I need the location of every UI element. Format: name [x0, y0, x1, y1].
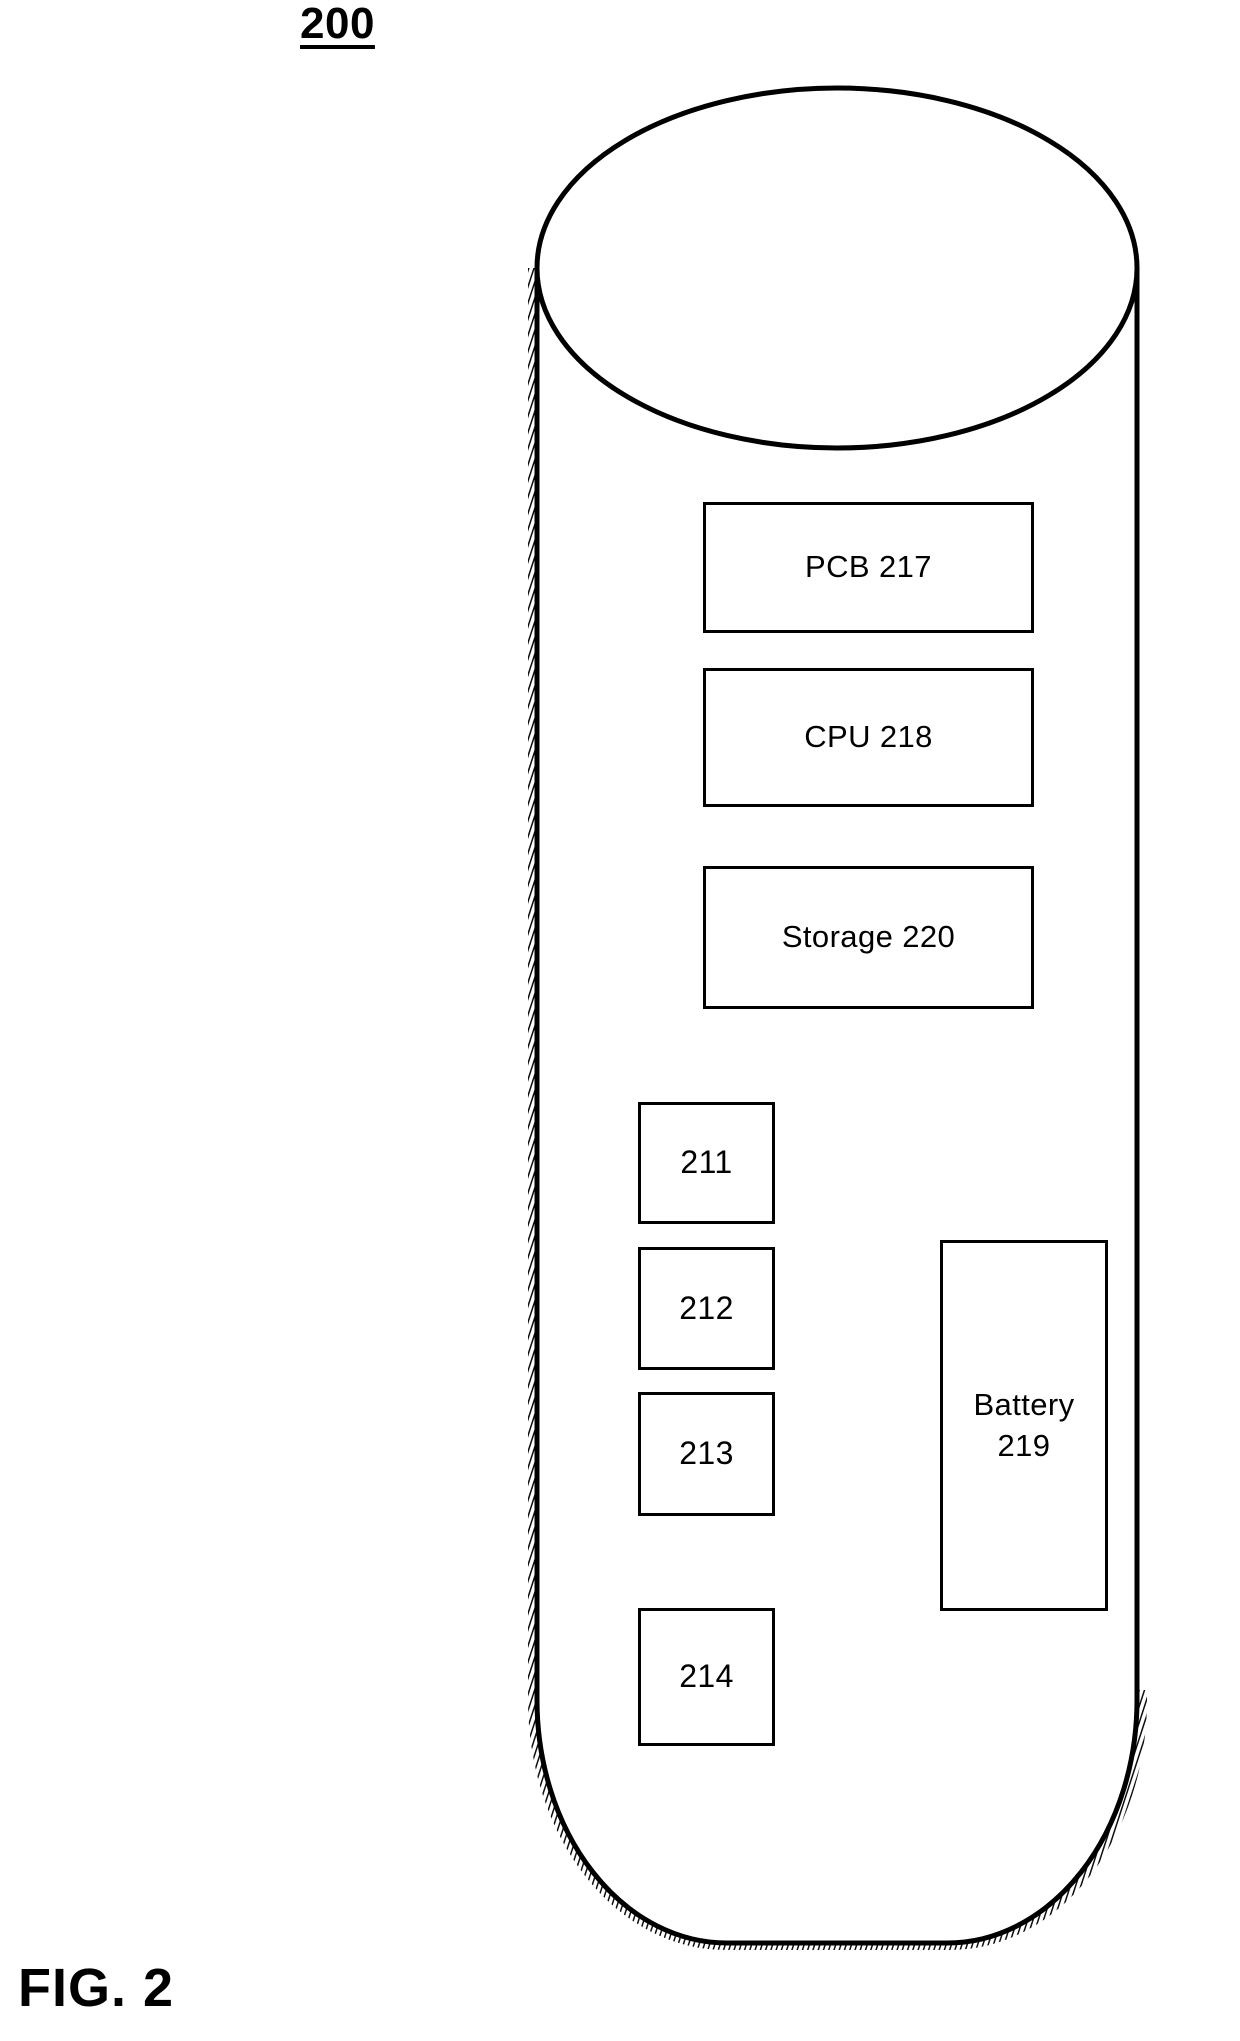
- housing-top-ellipse: [534, 85, 1140, 451]
- component-box-storage: Storage 220: [703, 866, 1034, 1009]
- component-box-pcb: PCB 217: [703, 502, 1034, 633]
- component-label-storage: Storage 220: [781, 919, 956, 955]
- component-label-212: 212: [679, 1289, 734, 1326]
- component-box-212: 212: [638, 1247, 775, 1370]
- component-box-213: 213: [638, 1392, 775, 1516]
- figure-reference-numeral: 200: [300, 0, 375, 48]
- component-label-battery: Battery 219: [973, 1387, 1075, 1463]
- figure-caption: FIG. 2: [18, 1958, 175, 2018]
- patent-figure: 200 PCB 217 CPU 218 Storage 220 211 212 …: [0, 0, 1240, 2041]
- component-box-211: 211: [638, 1102, 775, 1224]
- component-box-cpu: CPU 218: [703, 668, 1034, 807]
- component-label-213: 213: [679, 1435, 734, 1472]
- cylindrical-device-body: [528, 85, 1147, 1950]
- component-box-214: 214: [638, 1608, 775, 1746]
- component-label-pcb: PCB 217: [805, 549, 932, 585]
- component-label-cpu: CPU 218: [804, 719, 933, 755]
- component-box-battery: Battery 219: [940, 1240, 1108, 1611]
- component-label-214: 214: [679, 1658, 734, 1695]
- component-label-211: 211: [680, 1144, 733, 1181]
